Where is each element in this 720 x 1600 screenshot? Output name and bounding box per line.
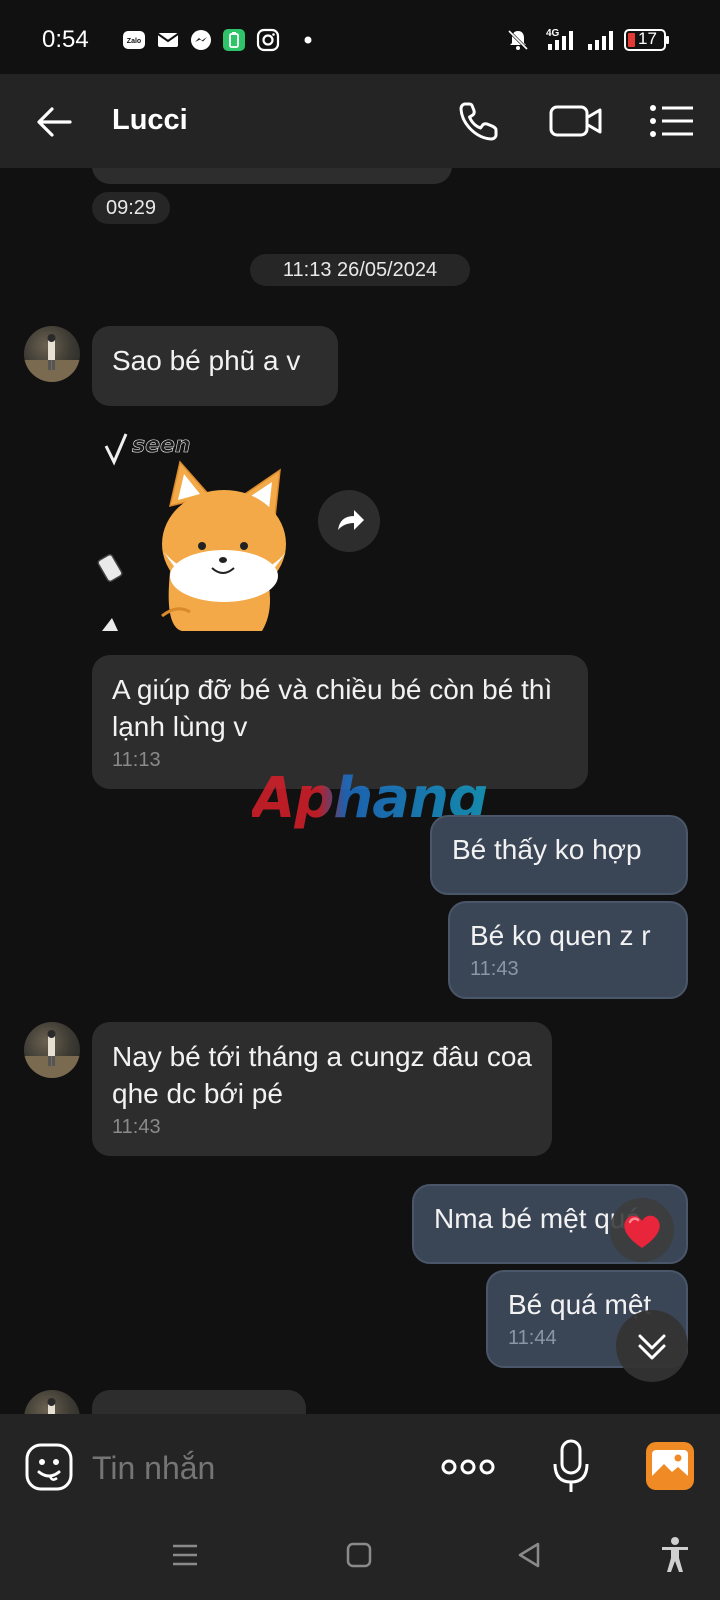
status-time: 0:54 xyxy=(42,26,89,53)
voice-call-button[interactable] xyxy=(456,98,502,144)
message-timestamp: 11:43 xyxy=(470,958,519,980)
message-input[interactable] xyxy=(90,1444,414,1492)
battery-level: 17 xyxy=(638,29,657,48)
message-text: Bé thấy ko hợp xyxy=(452,834,642,865)
signal-icon: 4G xyxy=(546,26,580,52)
accessibility-icon xyxy=(662,1537,688,1572)
incoming-message[interactable]: Sao bé phũ a v xyxy=(92,326,338,406)
previous-message-bubble xyxy=(92,168,452,184)
message-timestamp: 11:43 xyxy=(112,1116,161,1138)
arrow-left-icon xyxy=(37,107,72,137)
chat-header: Lucci xyxy=(0,74,720,168)
outgoing-message[interactable]: Bé ko quen z r 11:43 xyxy=(448,901,688,999)
incoming-message-partial[interactable] xyxy=(92,1390,306,1414)
image-gallery-icon xyxy=(646,1442,694,1490)
square-icon xyxy=(346,1542,372,1568)
microphone-icon xyxy=(553,1439,589,1492)
back-button[interactable] xyxy=(30,102,80,142)
home-button[interactable] xyxy=(344,1540,374,1570)
voice-message-button[interactable] xyxy=(548,1438,594,1496)
mail-icon xyxy=(156,28,180,52)
sticker-face-icon xyxy=(25,1443,73,1491)
message-text: Bé ko quen z r xyxy=(470,920,651,951)
svg-text:Zalo: Zalo xyxy=(127,38,141,45)
date-divider: 11:13 26/05/2024 xyxy=(250,254,470,286)
phone-icon xyxy=(459,102,498,141)
contact-avatar[interactable] xyxy=(24,1022,80,1078)
message-text: A giúp đỡ bé và chiều bé còn bé thì lạnh… xyxy=(112,674,553,742)
video-call-button[interactable] xyxy=(548,98,604,144)
dot-icon xyxy=(296,28,320,52)
more-dots-icon xyxy=(441,1459,495,1475)
battery-app-icon xyxy=(222,28,246,52)
emoji-button[interactable] xyxy=(24,1442,74,1492)
share-arrow-icon xyxy=(338,510,364,530)
messenger-icon xyxy=(189,28,213,52)
battery-icon: 17 xyxy=(624,28,672,52)
network-label: 4G xyxy=(546,28,560,39)
menu-lines-icon xyxy=(173,1544,197,1566)
scroll-to-bottom-button[interactable] xyxy=(616,1310,688,1382)
fox-sticker[interactable]: seen xyxy=(92,426,292,636)
gallery-button[interactable] xyxy=(644,1440,696,1492)
instagram-icon xyxy=(256,28,280,52)
list-menu-icon xyxy=(650,105,693,137)
contact-avatar[interactable] xyxy=(24,1390,80,1414)
system-navigation-bar xyxy=(0,1524,720,1600)
message-text: Sao bé phũ a v xyxy=(112,345,301,376)
sticker-caption: seen xyxy=(132,433,191,458)
reaction-heart-button[interactable] xyxy=(610,1198,674,1262)
message-time-badge: 09:29 xyxy=(92,192,171,224)
recent-apps-button[interactable] xyxy=(170,1540,200,1570)
status-bar: 0:54 Zalo 4G 17 xyxy=(0,0,720,74)
video-camera-icon xyxy=(549,105,602,137)
accessibility-button[interactable] xyxy=(658,1536,692,1574)
chat-title[interactable]: Lucci xyxy=(112,104,188,137)
triangle-back-icon xyxy=(518,1542,540,1568)
double-chevron-down-icon xyxy=(638,1334,666,1360)
incoming-message[interactable]: Nay bé tới tháng a cungz đâu coa qhe dc … xyxy=(92,1022,552,1156)
chat-options-button[interactable] xyxy=(648,100,696,142)
message-text: Nay bé tới tháng a cungz đâu coa qhe dc … xyxy=(112,1041,532,1109)
forward-button[interactable] xyxy=(318,490,380,552)
mute-icon xyxy=(506,28,530,52)
message-composer xyxy=(0,1414,720,1524)
heart-icon xyxy=(624,1215,660,1248)
more-options-button[interactable] xyxy=(440,1446,496,1488)
signal-icon-2 xyxy=(586,26,616,52)
zalo-icon: Zalo xyxy=(122,28,146,52)
contact-avatar[interactable] xyxy=(24,326,80,382)
message-list[interactable]: 09:29 11:13 26/05/2024 Sao bé phũ a v se… xyxy=(0,168,720,1414)
back-nav-button[interactable] xyxy=(514,1540,544,1570)
outgoing-message[interactable]: Bé thấy ko hợp xyxy=(430,815,688,895)
